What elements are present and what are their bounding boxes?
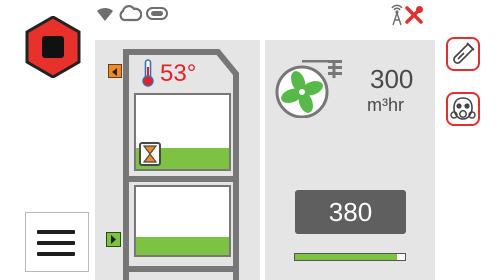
cloud-icon (119, 5, 142, 22)
hourglass-icon (142, 145, 158, 163)
thermometer-icon (142, 59, 154, 87)
arrow-right-icon (111, 235, 116, 244)
airflow-unit: m³hr (367, 95, 404, 115)
menu-button[interactable] (25, 212, 89, 272)
fan-speed-value: 380 (328, 196, 373, 227)
wifi-icon (97, 7, 113, 21)
fan-speed-fill (295, 254, 398, 260)
tools-fault-icon[interactable] (404, 5, 424, 25)
fan-icon (275, 60, 342, 118)
timer-button[interactable] (139, 142, 161, 166)
gas-mask-button[interactable] (446, 92, 480, 126)
flask-sensor-icon (453, 42, 475, 64)
lower-sash-arrow-button[interactable] (106, 232, 121, 247)
signal-tower-icon (391, 4, 403, 26)
battery-icon (146, 7, 168, 20)
gas-mask-icon (450, 97, 476, 120)
arrow-left-icon (112, 68, 117, 76)
lower-sash-level (136, 237, 229, 255)
hamburger-menu-icon (37, 230, 75, 234)
stop-button[interactable] (22, 16, 84, 78)
temperature-readout: 53° (160, 60, 197, 87)
fan-speed-setting[interactable]: 380 (295, 190, 406, 234)
flask-sensor-button[interactable] (446, 37, 480, 71)
fan-speed-bar[interactable] (294, 253, 406, 261)
airflow-value: 300 (370, 64, 414, 94)
upper-sash-arrow-button[interactable] (108, 64, 122, 78)
